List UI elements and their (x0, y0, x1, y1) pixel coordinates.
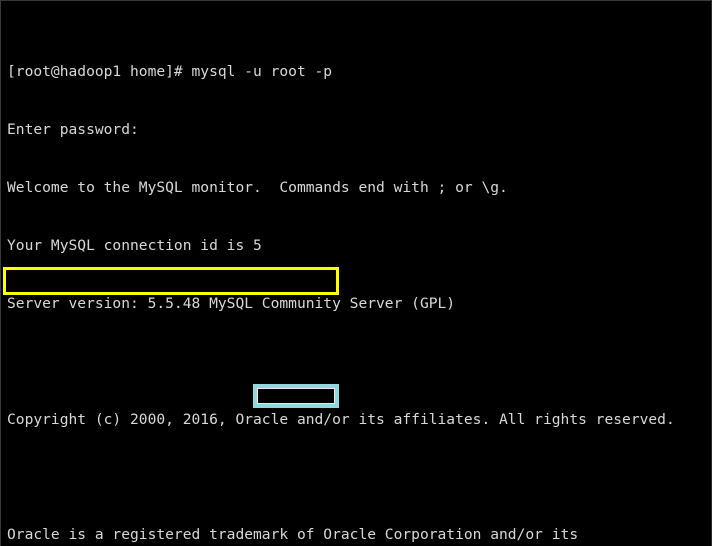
terminal-line-trademark-1: Oracle is a registered trademark of Orac… (7, 526, 579, 544)
terminal-window[interactable]: [root@hadoop1 home]# mysql -u root -p En… (0, 0, 712, 546)
terminal-line-shell-prompt: [root@hadoop1 home]# mysql -u root -p (7, 62, 333, 80)
terminal-line-blank-2 (7, 468, 711, 487)
terminal-screen[interactable]: [root@hadoop1 home]# mysql -u root -p En… (7, 4, 711, 546)
terminal-line-copyright: Copyright (c) 2000, 2016, Oracle and/or … (7, 410, 675, 428)
terminal-line-welcome: Welcome to the MySQL monitor. Commands e… (7, 178, 508, 196)
terminal-line-blank-1 (7, 352, 711, 371)
terminal-line-server-version: Server version: 5.5.48 MySQL Community S… (7, 294, 456, 312)
terminal-line-password-prompt: Enter password: (7, 120, 139, 138)
terminal-line-connection-id: Your MySQL connection id is 5 (7, 236, 262, 254)
